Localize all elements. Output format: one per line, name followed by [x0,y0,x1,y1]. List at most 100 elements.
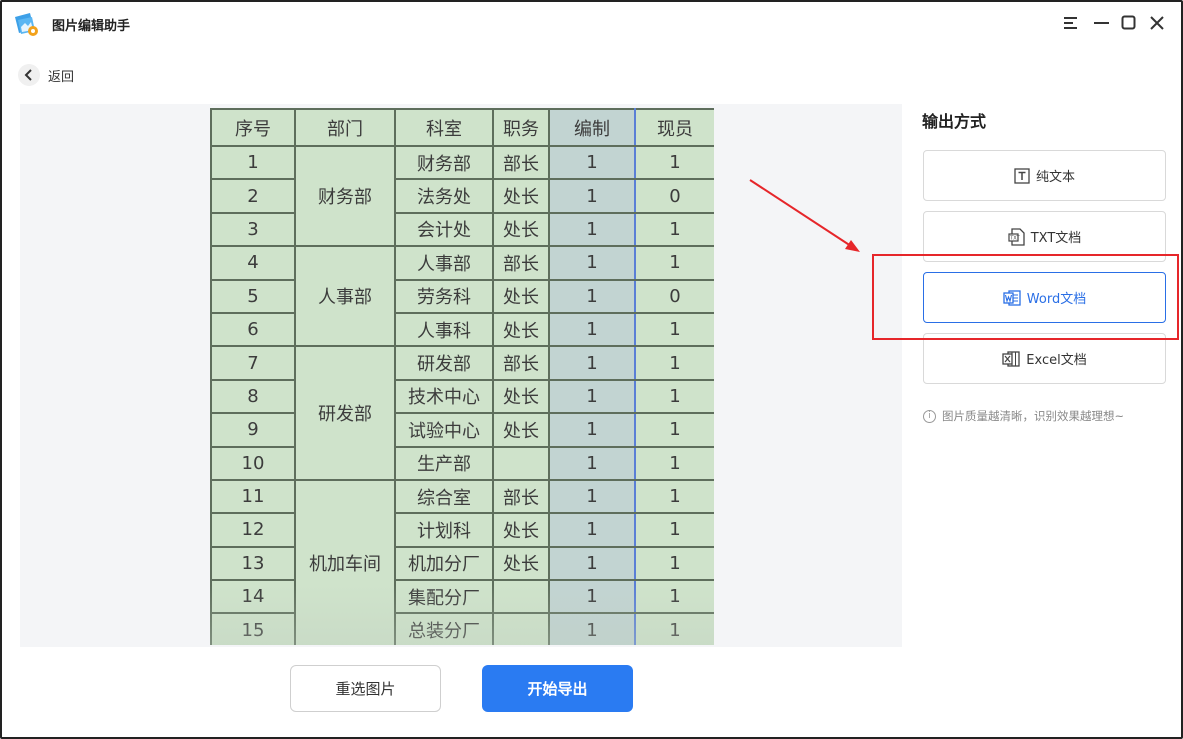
info-icon: i [923,409,936,423]
table-cell: 1 [548,478,636,515]
table-row: 11 机加车间 综合室 部长 1 1 [210,478,714,645]
output-mode-title: 输出方式 [922,112,987,131]
table-cell: 1 [634,378,714,415]
table-cell: 1 [548,412,636,448]
table-cell: 技术中心 [394,378,494,415]
table-cell: 14 [210,579,296,615]
table-cell: 1 [548,579,636,615]
table-cell: 机加车间 [294,478,396,645]
app-window: 图片编辑助手 返回 序号 部门 科室 职务 编制 现员 1 财务部 财务部 部长… [0,0,1183,739]
table-cell: 1 [548,512,636,548]
reselect-image-button[interactable]: 重选图片 [290,665,441,712]
table-row: 3 会计处 处长 1 1 [210,211,714,248]
close-button[interactable] [1146,12,1168,34]
table-cell: 1 [634,345,714,381]
table-row: 15 总装分厂 1 1 [210,612,714,645]
table-cell: 人事部 [394,245,494,281]
text-icon [1014,167,1030,184]
table-cell: 13 [210,545,296,582]
table-cell: 1 [634,144,714,181]
table-cell: 5 [210,278,296,314]
table-cell: 机加分厂 [394,545,494,582]
table-cell: 1 [634,612,714,645]
table-cell: 处长 [492,211,550,248]
menu-button[interactable] [1060,12,1082,34]
table-cell: 1 [548,144,636,181]
table-row: 5 劳务科 处长 1 0 [210,278,714,314]
start-export-button[interactable]: 开始导出 [482,665,633,712]
table-cell: 7 [210,345,296,381]
minimize-icon [1094,22,1109,24]
option-plain-text[interactable]: 纯文本 [923,150,1166,201]
table-cell: 处长 [492,545,550,582]
table-cell: 部长 [492,144,550,181]
table-cell: 10 [210,445,296,481]
table-cell: 部长 [492,478,550,515]
header-cell: 科室 [394,108,494,147]
table-cell: 3 [210,211,296,248]
table-cell: 6 [210,311,296,348]
minimize-button[interactable] [1091,12,1113,34]
table-cell: 研发部 [394,345,494,381]
table-cell: 处长 [492,278,550,314]
table-cell: 4 [210,245,296,281]
table-cell: 1 [634,445,714,481]
table-cell: 8 [210,378,296,415]
table-cell: 研发部 [294,345,396,481]
table-cell: 集配分厂 [394,579,494,615]
menu-icon [1064,17,1077,29]
table-cell: 11 [210,478,296,515]
table-cell: 9 [210,412,296,448]
table-row: 6 人事科 处长 1 1 [210,311,714,348]
title-bar: 图片编辑助手 [2,2,1183,46]
chevron-left-icon [18,64,40,86]
table-cell: 12 [210,512,296,548]
table-cell [492,612,550,645]
table-cell: 计划科 [394,512,494,548]
maximize-button[interactable] [1118,12,1140,34]
table-cell: 1 [634,579,714,615]
table-cell: 部长 [492,245,550,281]
table-cell: 1 [548,445,636,481]
table-row: 8 技术中心 处长 1 1 [210,378,714,415]
table-cell: 法务处 [394,178,494,214]
table-cell: 处长 [492,311,550,348]
option-label: 纯文本 [1035,170,1075,185]
table-row: 4 人事部 人事部 部长 1 1 [210,245,714,348]
table-row: 13 机加分厂 处长 1 1 [210,545,714,582]
maximize-icon [1121,15,1136,30]
table-cell: 2 [210,178,296,214]
table-row: 14 集配分厂 1 1 [210,579,714,615]
table-cell: 处长 [492,512,550,548]
table-row: 2 法务处 处长 1 0 [210,178,714,214]
table-cell: 综合室 [394,478,494,515]
option-excel-document[interactable]: Excel文档 [923,333,1166,384]
header-cell: 部门 [294,108,396,147]
table-cell: 财务部 [294,144,396,248]
table-cell: 1 [634,211,714,248]
back-label: 返回 [48,69,75,85]
svg-text:TXT: TXT [1009,235,1020,241]
preview-image-table: 序号 部门 科室 职务 编制 现员 1 财务部 财务部 部长 1 1 2 法务处 处长 1 0 3 会计… [210,108,714,645]
table-cell: 15 [210,612,296,645]
table-cell [492,579,550,615]
option-label: TXT文档 [1030,231,1082,246]
app-logo-icon [12,11,40,37]
close-icon [1150,16,1164,30]
table-cell: 试验中心 [394,412,494,448]
table-row: 7 研发部 研发部 部长 1 1 [210,345,714,481]
table-row: 9 试验中心 处长 1 1 [210,412,714,448]
table-cell: 生产部 [394,445,494,481]
table-cell: 部长 [492,345,550,381]
table-row: 12 计划科 处长 1 1 [210,512,714,548]
hint-text: 图片质量越清晰，识别效果越理想~ [942,409,1125,423]
back-button[interactable]: 返回 [18,64,74,86]
table-cell: 处长 [492,412,550,448]
table-cell: 财务部 [394,144,494,181]
table-row: 10 生产部 1 1 [210,445,714,481]
table-cell: 1 [210,144,296,181]
table-cell: 1 [548,545,636,582]
table-cell: 1 [634,545,714,582]
table-cell: 1 [548,378,636,415]
header-cell: 编制 [548,108,636,147]
